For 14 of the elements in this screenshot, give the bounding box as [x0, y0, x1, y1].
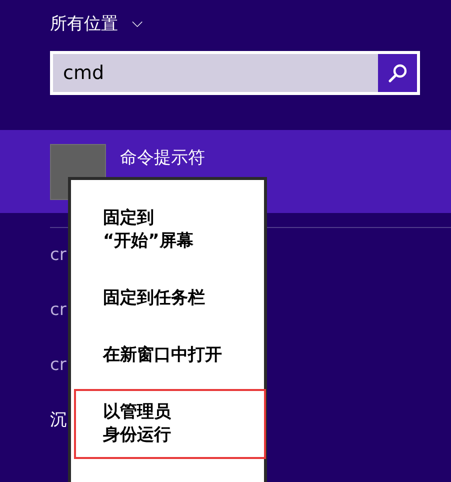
- result-item[interactable]: 沉: [50, 393, 68, 448]
- result-name: 命令提示符: [120, 147, 205, 169]
- result-item[interactable]: cr: [50, 228, 68, 283]
- search-field[interactable]: cmd: [50, 51, 420, 95]
- menu-item[interactable]: 以管理员 身份运行: [74, 389, 266, 459]
- location-filter-label[interactable]: 所有位置: [50, 12, 118, 34]
- chevron-icon[interactable]: ⌵: [132, 15, 143, 31]
- result-item[interactable]: cr: [50, 283, 68, 338]
- search-input[interactable]: cmd: [53, 54, 378, 92]
- result-item[interactable]: cr: [50, 338, 68, 393]
- search-icon: [388, 63, 408, 83]
- menu-item[interactable]: 固定到任务栏: [74, 275, 266, 322]
- search-button[interactable]: [378, 54, 417, 92]
- menu-item[interactable]: 在新窗口中打开: [74, 332, 266, 379]
